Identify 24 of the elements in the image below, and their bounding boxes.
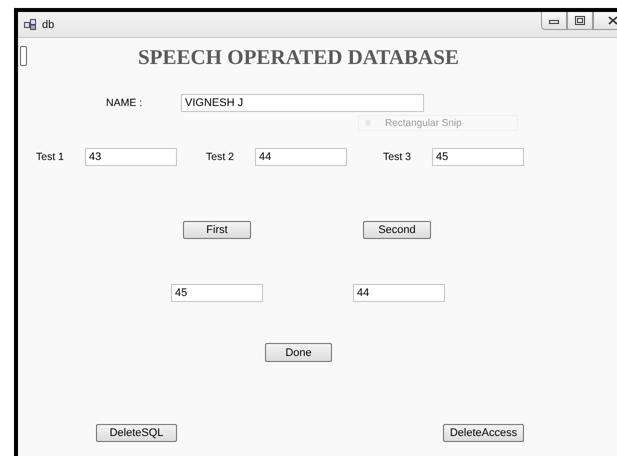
minimize-button[interactable] bbox=[541, 12, 567, 30]
close-icon bbox=[608, 16, 617, 25]
test-input[interactable]: 43 bbox=[85, 148, 177, 166]
button[interactable]: Second bbox=[363, 221, 431, 239]
app-icon bbox=[24, 19, 36, 30]
maximize-icon bbox=[575, 16, 585, 25]
test-input[interactable]: 44 bbox=[255, 148, 347, 166]
form-heading: SPEECH OPERATED DATABASE bbox=[138, 46, 460, 69]
result-input[interactable]: 45 bbox=[171, 284, 263, 302]
maximize-button[interactable] bbox=[567, 12, 593, 30]
panel-handle bbox=[20, 46, 27, 66]
test-label: Test 1 bbox=[36, 151, 66, 163]
test-input[interactable]: 45 bbox=[432, 148, 524, 166]
window-title: db bbox=[42, 18, 54, 30]
name-label: NAME : bbox=[106, 97, 144, 109]
button[interactable]: First bbox=[183, 221, 251, 239]
test-label: Test 3 bbox=[383, 151, 412, 163]
button[interactable]: DeleteSQL bbox=[96, 424, 177, 442]
minimize-icon bbox=[549, 18, 559, 24]
button[interactable]: DeleteAccess bbox=[443, 424, 524, 442]
test-label: Test 2 bbox=[206, 151, 236, 163]
name-input[interactable]: VIGNESH J bbox=[181, 94, 424, 112]
result-input[interactable]: 44 bbox=[353, 284, 445, 302]
button[interactable]: Done bbox=[265, 343, 332, 362]
